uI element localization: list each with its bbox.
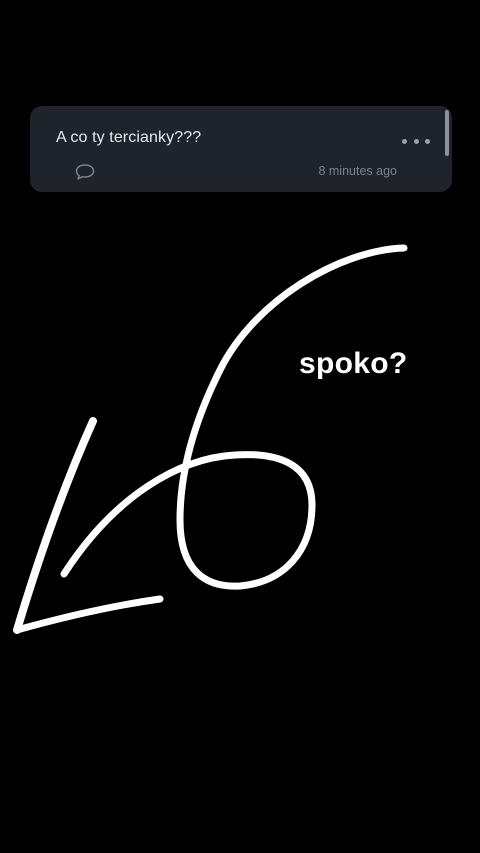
overlay-text: spoko?	[299, 347, 408, 380]
hand-drawn-arrow	[13, 244, 408, 634]
loop-stroke	[60, 244, 408, 590]
arrow-head-bottom-stroke	[13, 595, 164, 634]
arrow-head-left-stroke	[13, 417, 97, 634]
